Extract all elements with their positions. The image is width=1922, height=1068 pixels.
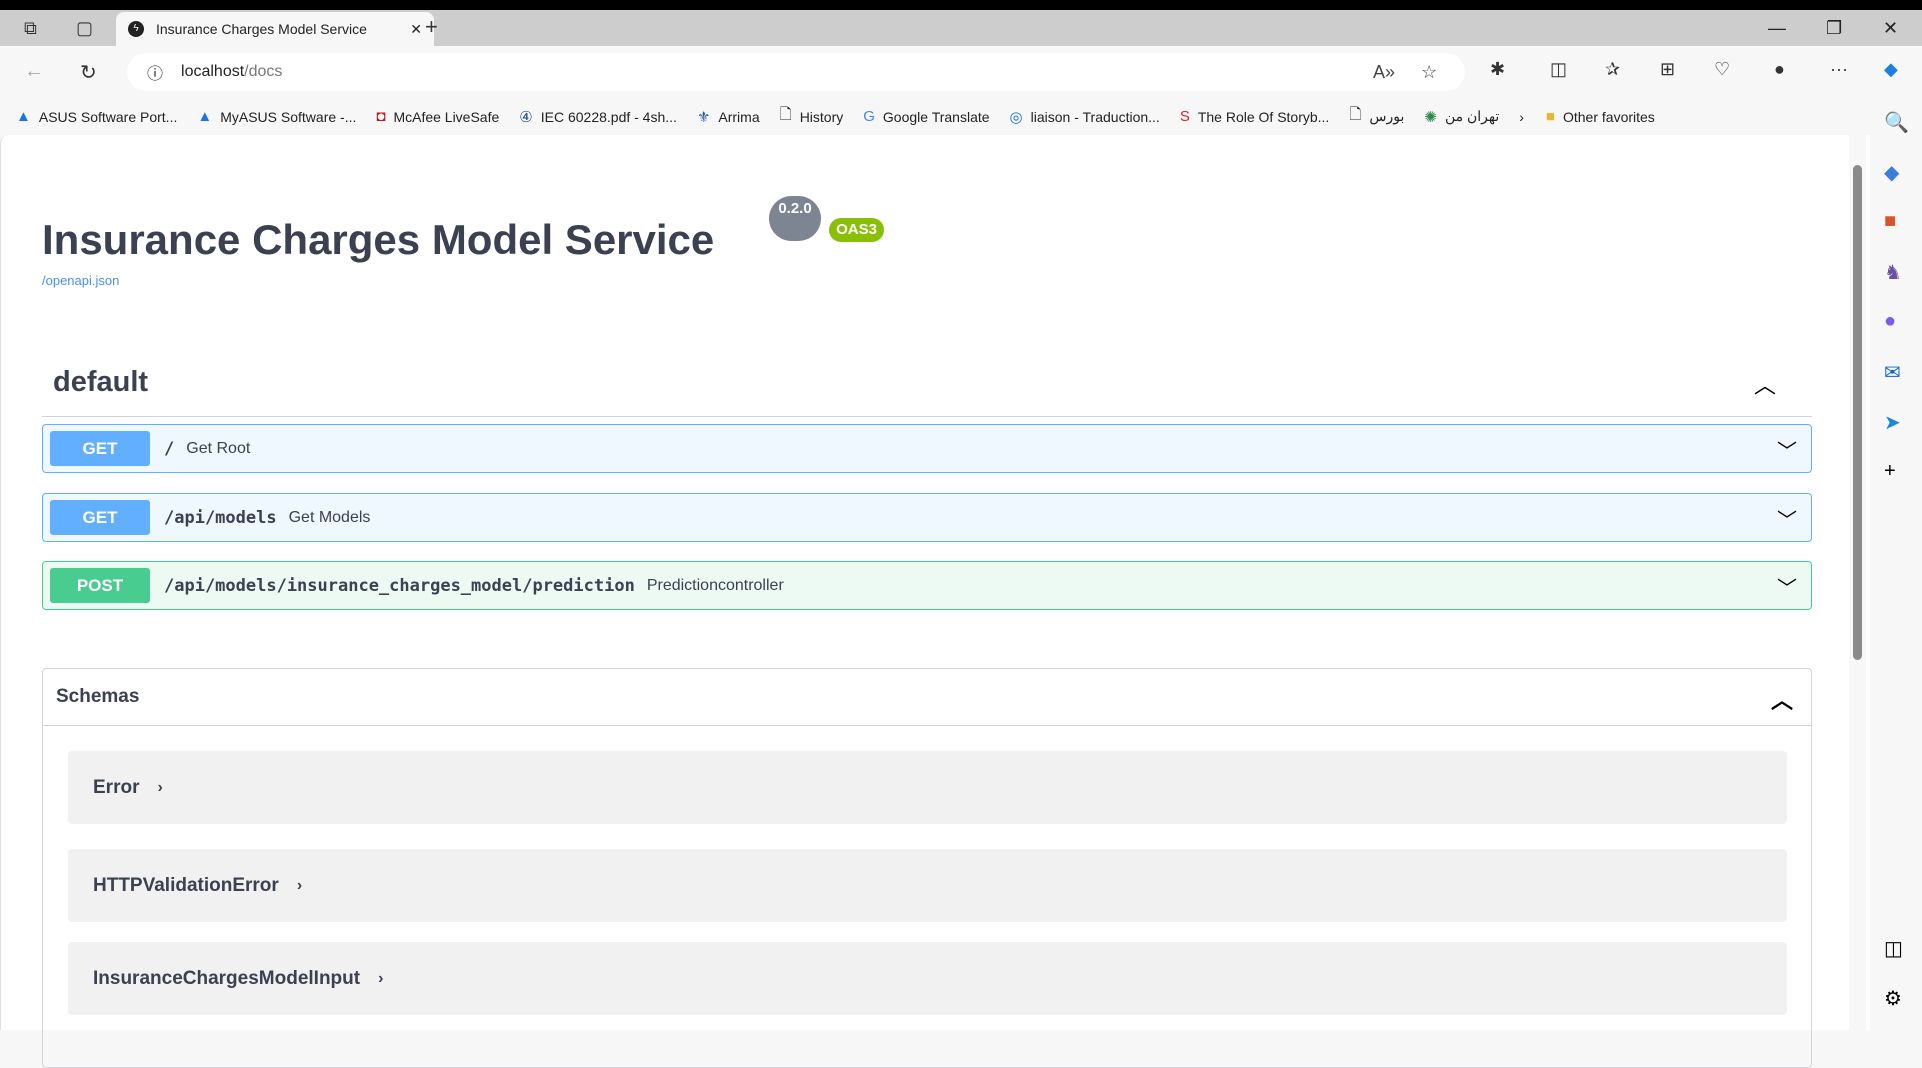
s-icon: S [1179, 108, 1190, 125]
extensions-icon[interactable]: ✱ [1490, 59, 1505, 80]
quebec-icon: ⚜ [696, 108, 711, 126]
close-window-icon[interactable]: ✕ [1883, 18, 1898, 39]
copilot-icon[interactable]: ◆ [1884, 59, 1898, 80]
tag-heading[interactable]: default [53, 366, 148, 399]
version-badge: 0.2.0 [769, 196, 821, 241]
edge-sidebar: 🔍 ◆ ■ ♞ ● ✉ ➤ + ◫ ⚙ [1870, 98, 1922, 1030]
chevron-down-icon[interactable]: ﹀ [1777, 504, 1797, 533]
mcafee-icon: ◘ [376, 108, 386, 125]
address-bar[interactable]: ⓘ localhost/docs A» ☆ [127, 53, 1465, 91]
operation-get-models[interactable]: GET /api/models Get Models ﹀ [42, 493, 1812, 542]
restore-icon[interactable]: ❐ [1826, 18, 1842, 39]
more-icon[interactable]: ··· [1830, 59, 1848, 80]
search-icon[interactable]: 🔍 [1884, 110, 1909, 135]
schema-model[interactable]: HTTPValidationError › [68, 849, 1787, 922]
back-icon[interactable]: ← [24, 60, 44, 83]
bookmark[interactable]: ◎ liaison - Traduction... [1010, 108, 1160, 126]
outlook-icon[interactable]: ✉ [1884, 360, 1901, 385]
bookmark[interactable]: ◘ McAfee LiveSafe [376, 108, 499, 125]
bookmark[interactable]: ④ IEC 60228.pdf - 4sh... [519, 108, 677, 126]
toolbar: ← ↻ ⓘ localhost/docs A» ☆ ✱ ◫ ✰ ⊞ ♡ ● ··… [0, 46, 1922, 98]
tab-actions-icon[interactable]: ▢ [76, 18, 93, 39]
divider [42, 416, 1812, 417]
chevron-down-icon[interactable]: ﹀ [1777, 572, 1797, 601]
tab-bar: ⧉ ▢ ϟ Insurance Charges Model Service ✕ … [0, 10, 1922, 46]
scrollbar-thumb[interactable] [1853, 165, 1862, 660]
asus-icon: ▲ [197, 108, 213, 125]
tools-icon[interactable]: ■ [1884, 210, 1896, 233]
folder-icon: ■ [1545, 108, 1555, 125]
schemas-section: Schemas ︿ Error › HTTPValidationError › In… [42, 668, 1812, 1068]
close-tab-icon[interactable]: ✕ [410, 21, 422, 38]
new-tab-icon[interactable]: + [425, 14, 438, 40]
bookmark[interactable]: 🗋 بورس [1349, 104, 1404, 129]
more-bookmarks-chevron-icon[interactable]: › [1519, 109, 1524, 125]
browser-essentials-icon[interactable]: ♡ [1714, 59, 1730, 80]
translate-icon: G [863, 108, 875, 125]
bookmarks-bar: ▲ ASUS Software Port... ▲ MyASUS Software … [0, 98, 1922, 135]
sidebar-layout-icon[interactable]: ◫ [1884, 936, 1903, 961]
scrollbar[interactable] [1849, 135, 1866, 1030]
tehran-icon: ✺ [1424, 108, 1437, 126]
collections-icon[interactable]: ⊞ [1660, 59, 1675, 80]
info-icon[interactable]: ⓘ [147, 60, 163, 84]
add-icon[interactable]: + [1884, 460, 1896, 483]
4shared-icon: ④ [519, 108, 533, 126]
workspaces-icon[interactable]: ⧉ [24, 18, 37, 39]
schema-model[interactable]: InsuranceChargesModelInput › [68, 942, 1787, 1015]
bookmark[interactable]: ✺ تهران من [1424, 108, 1499, 126]
operation-get-root[interactable]: GET / Get Root ﹀ [42, 424, 1812, 473]
bookmark[interactable]: ⚜ Arrima [697, 108, 760, 126]
page-icon: 🗋 [1349, 106, 1362, 123]
fastapi-favicon-icon: ϟ [128, 21, 144, 37]
other-favorites[interactable]: ■ Other favorites [1546, 108, 1655, 125]
bookmark[interactable]: ▲ MyASUS Software -... [197, 108, 356, 125]
schema-model[interactable]: Error › [68, 751, 1787, 824]
operation-post-prediction[interactable]: POST /api/models/insurance_charges_model… [42, 561, 1812, 610]
chevron-up-icon[interactable]: ︿ [1754, 368, 1776, 400]
bookmark[interactable]: 🗋 History [780, 104, 844, 129]
bookmark[interactable]: S The Role Of Storyb... [1180, 108, 1330, 125]
oas-badge: OAS3 [829, 218, 884, 242]
chevron-right-icon: › [296, 876, 303, 894]
refresh-icon[interactable]: ↻ [80, 60, 97, 85]
shopping-tag-icon[interactable]: ◆ [1884, 160, 1899, 185]
read-aloud-icon[interactable]: A» [1373, 62, 1395, 83]
send-icon[interactable]: ➤ [1884, 410, 1901, 435]
bookmark[interactable]: ▲ ASUS Software Port... [16, 108, 177, 125]
chevron-up-icon[interactable]: ︿ [1771, 683, 1793, 715]
tab-active[interactable]: ϟ Insurance Charges Model Service ✕ [116, 12, 434, 46]
bookmark[interactable]: G Google Translate [863, 108, 989, 125]
openapi-link[interactable]: /openapi.json [42, 273, 119, 288]
settings-icon[interactable]: ⚙ [1884, 986, 1902, 1011]
reverso-icon: ◎ [1009, 108, 1023, 126]
favorite-star-icon[interactable]: ☆ [1421, 62, 1437, 83]
microsoft365-icon[interactable]: ● [1884, 310, 1896, 333]
games-icon[interactable]: ♞ [1884, 260, 1902, 285]
chevron-down-icon[interactable]: ﹀ [1777, 435, 1797, 464]
asus-icon: ▲ [16, 108, 31, 125]
schemas-header[interactable]: Schemas ︿ [43, 669, 1811, 726]
favorites-icon[interactable]: ✰ [1605, 59, 1620, 80]
profile-icon[interactable]: ● [1774, 59, 1785, 80]
window-top [0, 0, 1922, 10]
split-screen-icon[interactable]: ◫ [1550, 59, 1567, 80]
api-title: Insurance Charges Model Service [42, 216, 715, 263]
chevron-right-icon: › [157, 778, 163, 796]
page-icon: 🗋 [779, 106, 792, 123]
chevron-right-icon: › [378, 969, 384, 987]
minimize-icon[interactable]: — [1768, 18, 1786, 39]
